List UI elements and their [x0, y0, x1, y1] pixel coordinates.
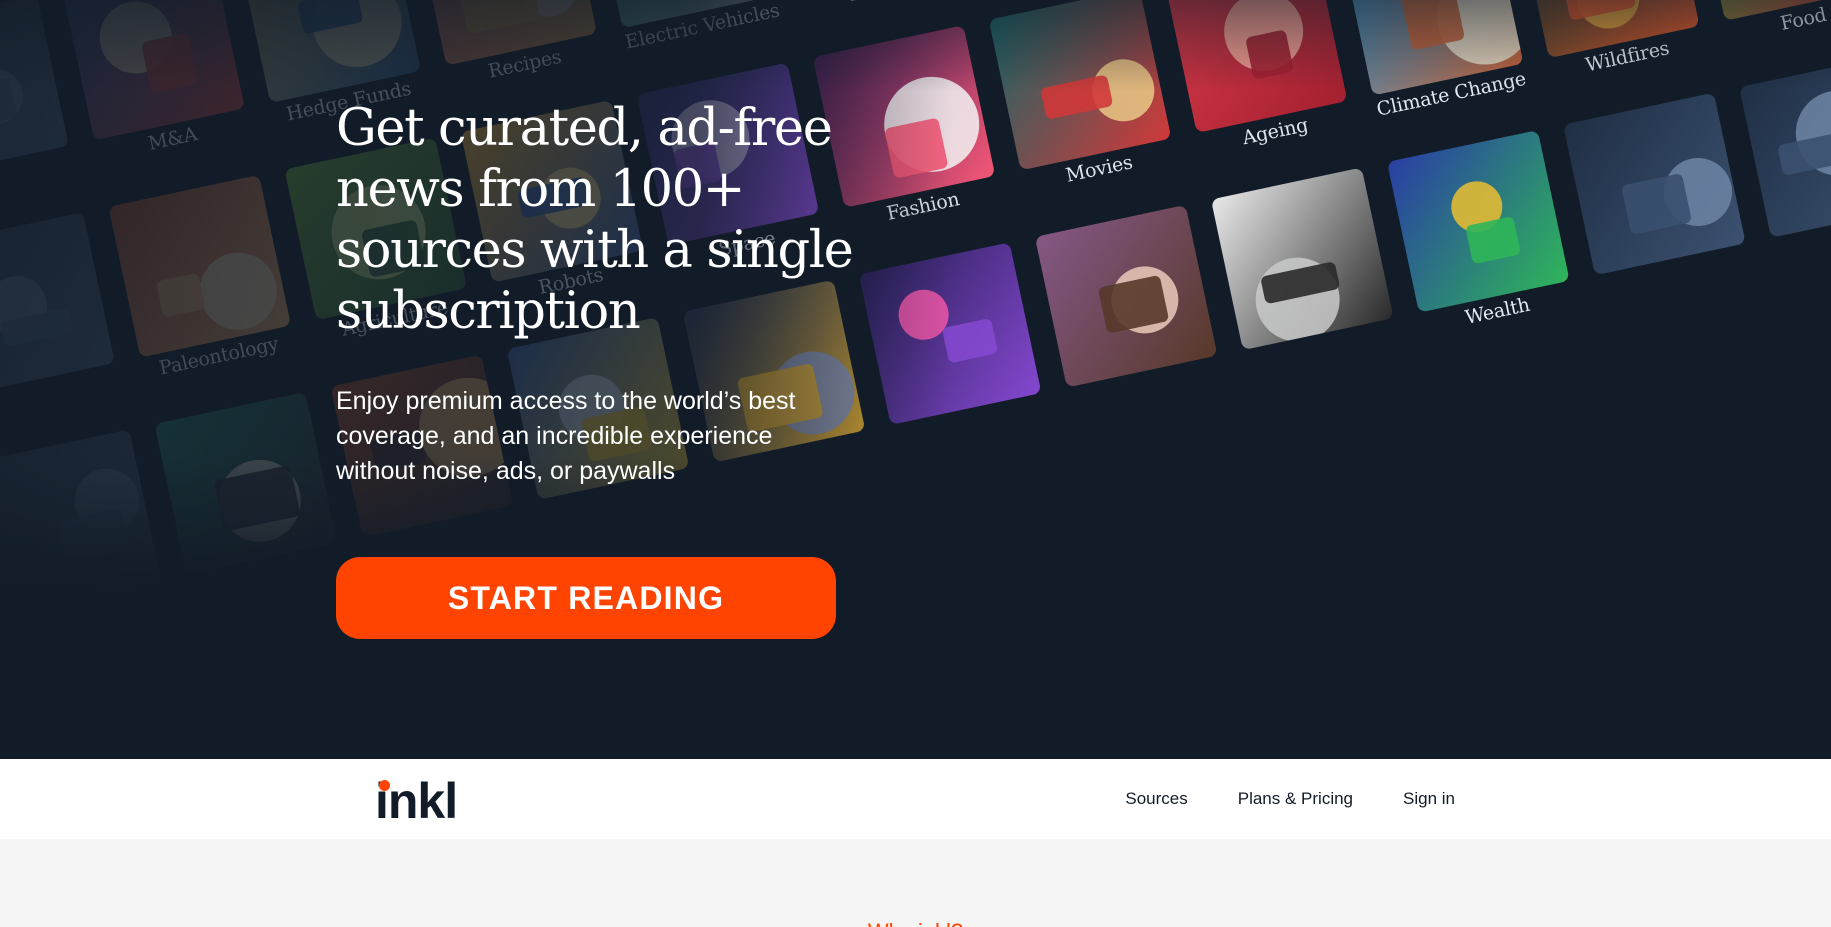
nav-links: Sources Plans & Pricing Sign in	[1125, 759, 1455, 839]
hero-copy: Get curated, ad-free news from 100+ sour…	[336, 98, 856, 489]
hero-section: PharmaBiologyTechnologyAFLBlockchainSpor…	[0, 0, 1831, 759]
start-reading-button[interactable]: START READING	[336, 557, 836, 639]
hero-headline: Get curated, ad-free news from 100+ sour…	[336, 99, 854, 341]
top-navigation: inkl Sources Plans & Pricing Sign in	[0, 759, 1831, 839]
hero-subheadline: Enjoy premium access to the world’s best…	[336, 387, 796, 485]
logo-dot-icon	[379, 780, 390, 791]
inkl-logo[interactable]: inkl	[375, 773, 475, 829]
hero-overlay	[0, 0, 1831, 759]
why-inkl-label: Why inkl?	[0, 919, 1831, 927]
nav-link-plans-pricing[interactable]: Plans & Pricing	[1238, 789, 1353, 809]
nav-link-sign-in[interactable]: Sign in	[1403, 789, 1455, 809]
nav-link-sources[interactable]: Sources	[1125, 789, 1187, 809]
why-inkl-section: Why inkl?	[0, 839, 1831, 927]
